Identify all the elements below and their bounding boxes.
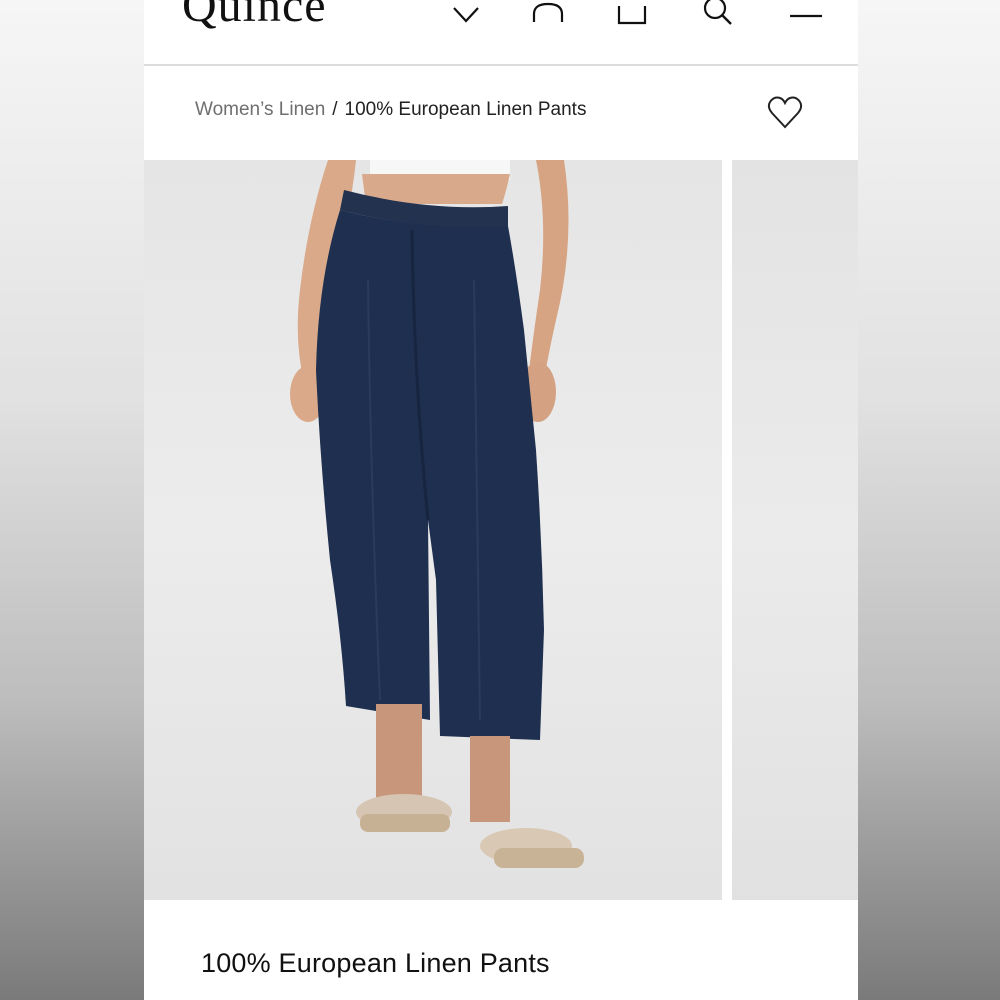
menu-icon[interactable] <box>788 0 824 30</box>
top-nav-bar: Quince <box>144 0 858 66</box>
chevron-down-icon[interactable] <box>448 0 484 30</box>
right-backdrop <box>858 0 1000 1000</box>
account-icon[interactable] <box>530 0 566 30</box>
left-backdrop <box>0 0 144 1000</box>
heart-icon[interactable] <box>767 96 803 130</box>
bag-icon[interactable] <box>614 0 650 30</box>
brand-logo[interactable]: Quince <box>182 0 327 30</box>
breadcrumb: Women’s Linen / 100% European Linen Pants <box>195 99 586 121</box>
product-image-carousel[interactable] <box>144 160 858 900</box>
product-title: 100% European Linen Pants <box>201 948 550 978</box>
product-image-next[interactable] <box>732 160 858 900</box>
product-photo-illustration <box>290 160 584 868</box>
breadcrumb-separator: / <box>332 99 338 120</box>
breadcrumb-link-womens-linen[interactable]: Women’s Linen <box>195 99 325 120</box>
breadcrumb-current: 100% European Linen Pants <box>344 99 587 120</box>
mobile-page: Quince Women’s Linen / 100% European Linen… <box>144 0 858 1000</box>
product-image-main[interactable] <box>144 160 722 900</box>
search-icon[interactable] <box>700 0 736 30</box>
